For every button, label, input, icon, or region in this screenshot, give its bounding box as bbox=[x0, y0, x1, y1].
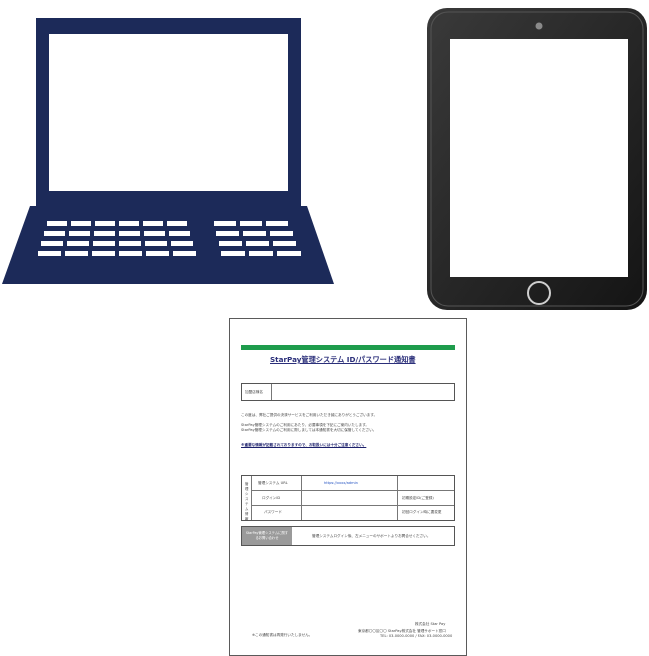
footer-contact: TEL: 03-0000-0000 / FAX: 03-0000-0000 bbox=[380, 634, 453, 638]
intro-line-1: この度は、弊社ご提供の決済サービスをご利用いただき誠にありがとうございます。 bbox=[241, 413, 378, 417]
info-table: 管理システム情報 管理システム URL https://xxxx/admin ロ… bbox=[241, 475, 455, 521]
row3-note: 初回ログイン時に要変更 bbox=[402, 510, 442, 514]
support-text: 管理システムログイン後、左メニューのサポートよりお問合せください。 bbox=[312, 534, 431, 538]
footer-company: 株式会社 Star Pay bbox=[415, 622, 446, 626]
table-side-label: 管理システム情報 bbox=[245, 482, 249, 521]
doc-title: StarPay管理システム ID/パスワード通知書 bbox=[270, 355, 416, 364]
notification-document: StarPay管理システム ID/パスワード通知書 加盟店様名 この度は、弊社ご… bbox=[229, 318, 467, 656]
footer-left-note: ※この通知書は再発行いたしません。 bbox=[252, 633, 313, 637]
recipient-label: 加盟店様名 bbox=[245, 390, 263, 394]
recipient-box: 加盟店様名 bbox=[241, 383, 455, 401]
laptop-icon bbox=[2, 18, 334, 284]
row1-label: 管理システム URL bbox=[258, 481, 288, 485]
intro-line-3: StarPay管理システムのご利用に際しましては本通知書を大切に保管してください… bbox=[241, 428, 377, 432]
notice-line: ※重要な情報が記載されておりますので、お取扱いには十分ご注意ください。 bbox=[241, 443, 367, 447]
row3-label: パスワード bbox=[264, 510, 282, 514]
intro-line-2: StarPay管理システムのご利用にあたり、必要事項を下記にご案内いたします。 bbox=[241, 423, 370, 427]
support-box: StarPay管理システムに関するお問い合わせ 管理システムログイン後、左メニュ… bbox=[241, 526, 455, 546]
doc-header-bar bbox=[241, 345, 455, 350]
footer-address: 東京都〇〇区〇〇 StarPay株式会社 管理サポート窓口 bbox=[358, 629, 446, 633]
support-label: StarPay管理システムに関するお問い合わせ bbox=[245, 531, 289, 540]
row2-note: 初期設定ID(ご登録) bbox=[402, 496, 434, 500]
row1-value: https://xxxx/admin bbox=[324, 481, 358, 485]
tablet-icon bbox=[427, 8, 647, 310]
row2-label: ログインID bbox=[262, 496, 281, 500]
